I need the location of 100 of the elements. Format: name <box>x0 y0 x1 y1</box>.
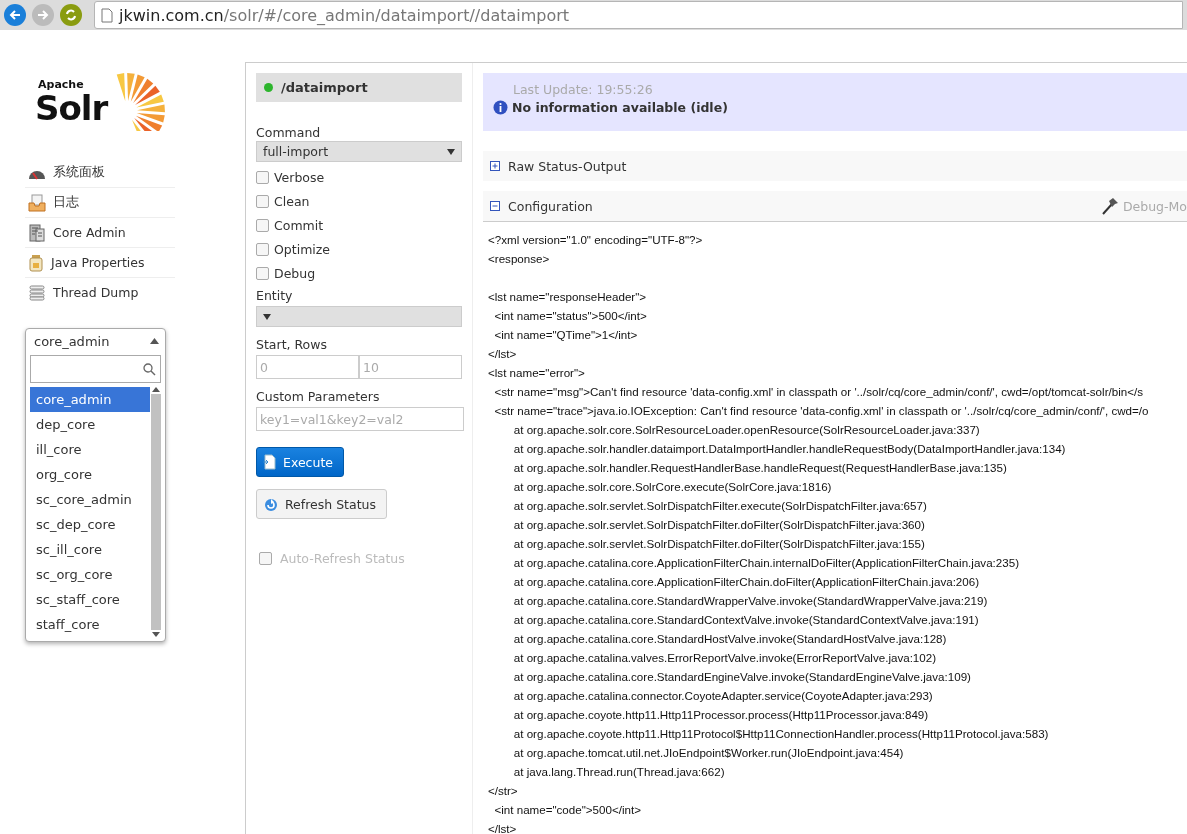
checkbox-label: Optimize <box>274 241 331 257</box>
caret-icon <box>447 148 455 155</box>
code-line: <response> <box>488 251 551 267</box>
sidebar-item[interactable]: Thread Dump <box>25 278 175 307</box>
logo-title: Solr <box>35 90 108 125</box>
info-icon <box>493 100 508 115</box>
address-bar[interactable]: jkwin.com.cn/solr/#/core_admin/dataimport//dataimport <box>94 1 1183 29</box>
section-header[interactable]: Configuration Debug-Mo <box>483 191 1187 222</box>
page-icon <box>101 7 113 23</box>
core-option[interactable]: ill_core <box>30 437 150 462</box>
checkbox[interactable] <box>256 218 269 232</box>
logo-subtitle: Apache <box>38 77 85 91</box>
core-dropdown[interactable]: core_admin core_admin dep_core ill_core org_core sc_core_admin sc_dep_core sc_ill_core sc_org_core sc_staff_core staff_core <box>25 328 166 642</box>
refresh-icon <box>263 496 279 512</box>
sidebar-item[interactable]: Java Properties <box>25 248 175 278</box>
code-line: <str name="msg">Can't find resource 'data-config.xml' in classpath or '../solr/cq/core_admin/conf/', cwd=/opt/tomcat-solr/bin</s <box>493 384 1144 400</box>
code-line: </str> <box>488 783 519 799</box>
core-option[interactable]: sc_ill_core <box>30 537 150 562</box>
arrow-right-icon <box>37 9 49 21</box>
custom-parameters-field[interactable]: key1=val1&key2=val2 <box>256 407 464 431</box>
scroll-up-icon[interactable] <box>152 387 160 392</box>
section-title: Raw Status-Output <box>508 158 627 174</box>
core-option[interactable]: sc_dep_core <box>30 512 150 537</box>
server-icon <box>28 223 46 242</box>
handler-title: /dataimport <box>281 80 368 95</box>
arrow-left-icon <box>9 9 21 21</box>
checkbox-label: Commit <box>274 217 324 233</box>
search-icon <box>143 362 156 376</box>
code-line: at org.apache.catalina.core.ApplicationFilterChain.doFilter(ApplicationFilterChain.java:206) <box>512 574 981 590</box>
code-line: <lst name="error"> <box>488 365 586 381</box>
code-line: at org.apache.solr.core.SolrResourceLoader.openResource(SolrResourceLoader.java:337) <box>512 422 981 438</box>
field-label: Custom Parameters <box>256 389 381 404</box>
entity-select[interactable] <box>256 306 462 327</box>
checkbox[interactable] <box>256 266 269 280</box>
field-label: Command <box>256 125 322 140</box>
scrollbar[interactable] <box>150 387 162 637</box>
checkbox-label: Debug <box>274 265 316 281</box>
core-option[interactable]: sc_org_core <box>30 562 150 587</box>
code-line: at org.apache.catalina.core.StandardWrapperValve.invoke(StandardWrapperValve.java:219) <box>512 593 989 609</box>
core-option[interactable]: dep_core <box>30 412 150 437</box>
refresh-status-button[interactable]: Refresh Status <box>256 489 387 519</box>
code-line: <int name="QTime">1</int> <box>493 327 639 343</box>
code-line: at org.apache.solr.handler.dataimport.DataImportHandler.handleRequestBody(DataImportHandler.java:134) <box>512 441 1067 457</box>
back-button[interactable] <box>4 4 26 26</box>
code-line: at org.apache.catalina.core.StandardContextValve.invoke(StandardContextValve.java:191) <box>512 612 980 628</box>
code-line: </lst> <box>488 346 518 362</box>
code-line: at org.apache.catalina.core.ApplicationFilterChain.internalDoFilter(ApplicationFilterChain.java:235) <box>512 555 1020 571</box>
checkbox[interactable] <box>256 242 269 256</box>
section-title: Configuration <box>508 198 593 214</box>
scroll-down-icon[interactable] <box>152 632 160 637</box>
section-header[interactable]: Raw Status-Output <box>483 151 1187 181</box>
code-line: at org.apache.tomcat.util.net.JIoEndpoint$Worker.run(JIoEndpoint.java:454) <box>512 745 905 761</box>
checkbox-label: Auto-Refresh Status <box>280 551 405 566</box>
rows-field[interactable]: 10 <box>359 355 462 379</box>
reload-icon <box>64 8 78 22</box>
code-line: at org.apache.solr.servlet.SolrDispatchFilter.execute(SolrDispatchFilter.java:657) <box>512 498 928 514</box>
field-label: Start, Rows <box>256 337 328 352</box>
code-line: at org.apache.catalina.valves.ErrorReportValve.invoke(ErrorReportValve.java:102) <box>512 650 938 666</box>
url-host: jkwin.com.cn <box>119 5 224 25</box>
core-option[interactable]: core_admin <box>30 387 150 412</box>
code-line: <str name="trace">java.io.IOException: Can't find resource 'data-config.xml' in classpath or '../solr/cq/core_admin/conf/', cwd=/o <box>493 403 1150 419</box>
core-option[interactable]: staff_core <box>30 612 150 637</box>
start-field[interactable]: 0 <box>256 355 359 379</box>
core-option[interactable]: sc_staff_core <box>30 587 150 612</box>
code-line: at org.apache.coyote.http11.Http11Processor.process(Http11Processor.java:849) <box>512 707 930 723</box>
reload-button[interactable] <box>60 4 82 26</box>
code-line: <int name="code">500</int> <box>493 802 642 818</box>
checkbox-label: Verbose <box>274 169 325 185</box>
code-line: at org.apache.catalina.core.StandardHostValve.invoke(StandardHostValve.java:128) <box>512 631 948 647</box>
command-select[interactable]: full-import <box>256 141 462 162</box>
core-search-field[interactable] <box>30 355 161 383</box>
stack-icon <box>28 284 46 301</box>
document-icon <box>263 454 277 470</box>
core-option[interactable]: sc_core_admin <box>30 487 150 512</box>
code-line: at org.apache.catalina.connector.CoyoteAdapter.service(CoyoteAdapter.java:293) <box>512 688 934 704</box>
sidebar-item[interactable]: Core Admin <box>25 218 175 248</box>
forward-button[interactable] <box>32 4 54 26</box>
sidebar-item[interactable]: 系统面板 <box>25 158 175 188</box>
url-path: /solr/#/core_admin/dataimport//dataimport <box>223 5 570 25</box>
core-option[interactable]: org_core <box>30 462 150 487</box>
sidebar-item[interactable]: 日志 <box>25 188 175 218</box>
code-line: at org.apache.solr.handler.RequestHandlerBase.handleRequest(RequestHandlerBase.java:135) <box>512 460 1008 476</box>
checkbox[interactable] <box>256 194 269 208</box>
code-line: </lst> <box>488 821 518 834</box>
caret-icon <box>263 313 271 320</box>
status-message: No information available (idle) <box>512 100 728 115</box>
hammer-icon <box>1100 197 1119 215</box>
code-line: at org.apache.solr.servlet.SolrDispatchFilter.doFilter(SolrDispatchFilter.java:155) <box>512 536 926 552</box>
core-selector-value: core_admin <box>34 333 110 349</box>
checkbox[interactable] <box>256 170 269 184</box>
code-line: <?xml version="1.0" encoding="UTF-8"?> <box>488 232 704 248</box>
execute-button[interactable]: Execute <box>256 447 344 477</box>
code-line: at org.apache.solr.core.SolrCore.execute(SolrCore.java:1816) <box>512 479 833 495</box>
jar-icon <box>28 253 44 272</box>
code-line: <int name="status">500</int> <box>493 308 648 324</box>
field-label: Entity <box>256 288 294 303</box>
last-update-text: Last Update: 19:55:26 <box>513 82 654 97</box>
code-line: at org.apache.solr.servlet.SolrDispatchFilter.doFilter(SolrDispatchFilter.java:360) <box>512 517 926 533</box>
inbox-icon <box>28 193 46 212</box>
checkbox-label: Clean <box>274 193 310 209</box>
